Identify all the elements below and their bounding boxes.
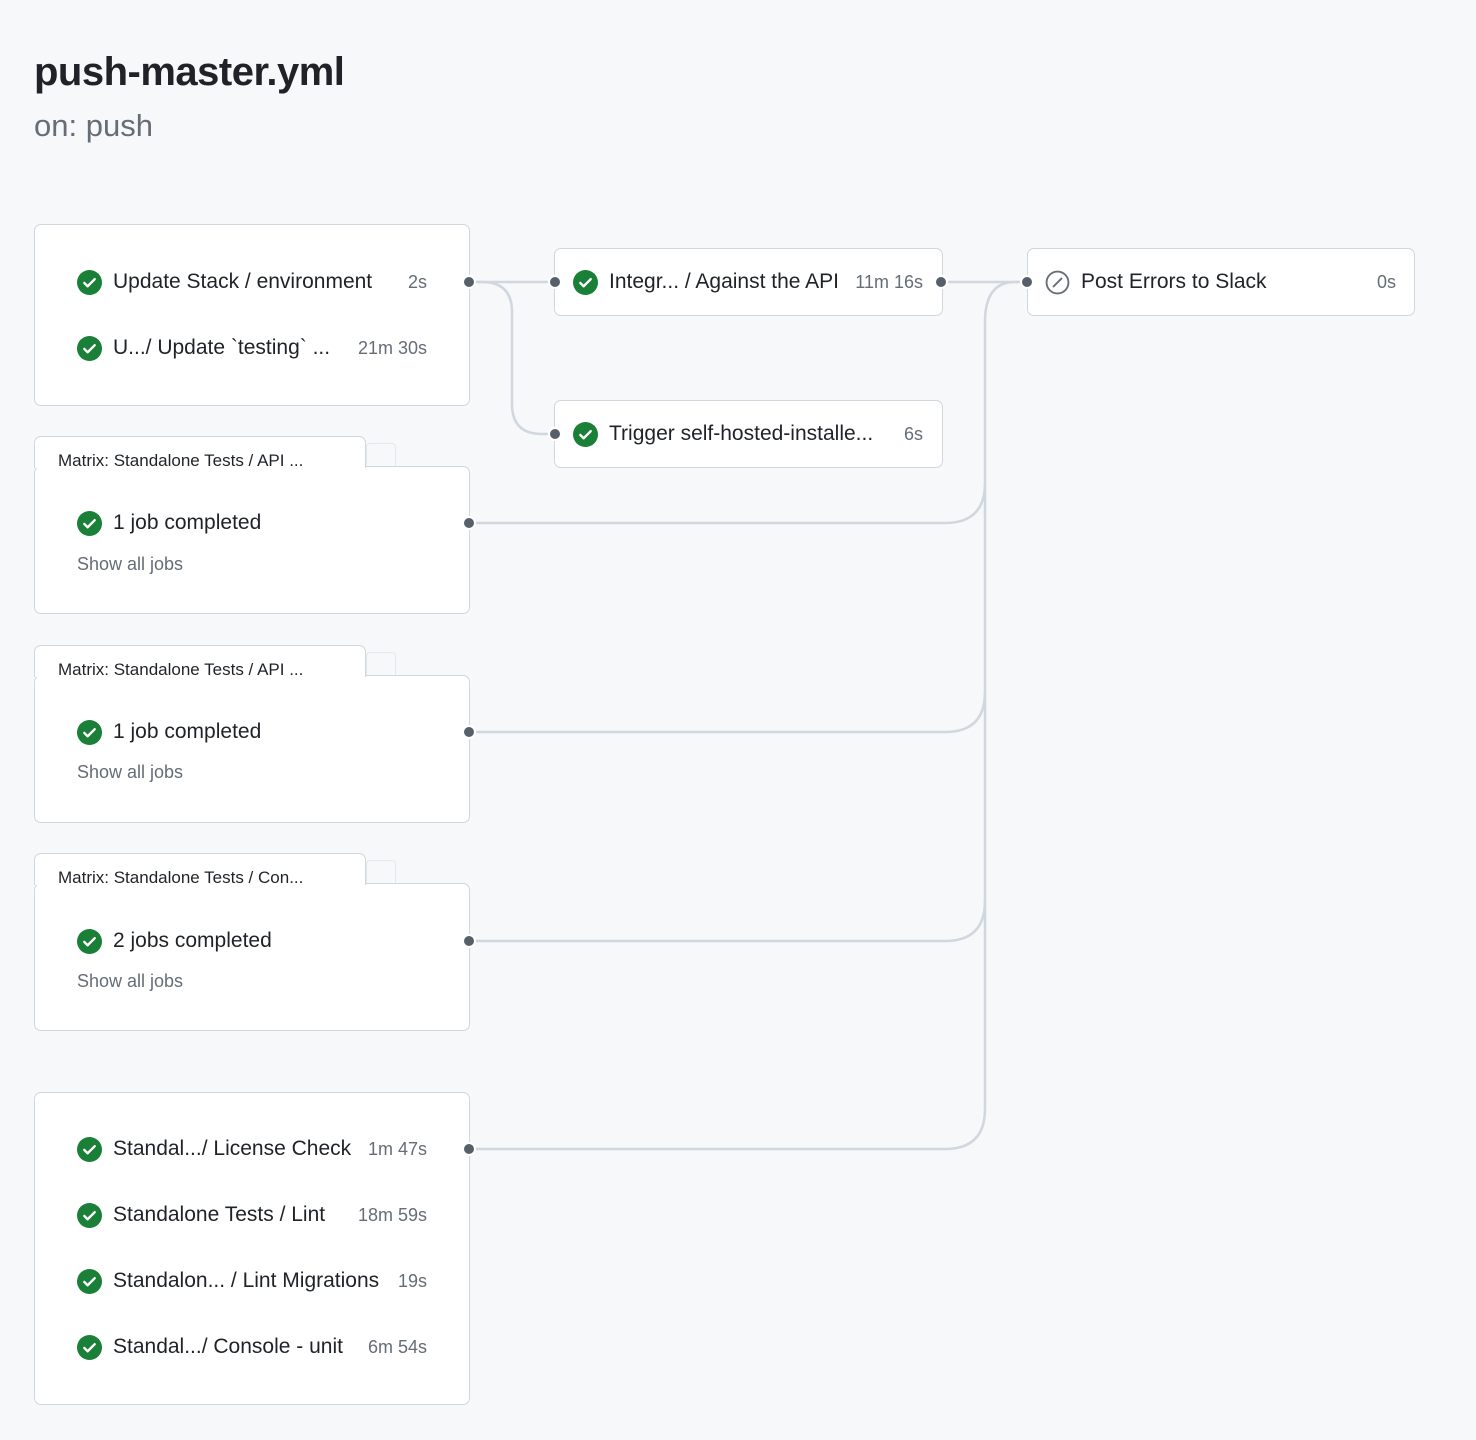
job-name: U.../ Update `testing` ... (113, 336, 331, 359)
job-name: Update Stack / environment (113, 270, 373, 293)
matrix-summary-text: 1 job completed (113, 511, 262, 534)
connector-dot (934, 275, 948, 289)
matrix-title-tab: Matrix: Standalone Tests / Con... (34, 853, 366, 887)
update-stack-card (34, 224, 470, 406)
job-lint-migrations[interactable]: Standalon... / Lint Migrations 19s (77, 1264, 427, 1298)
matrix-summary-text: 1 job completed (113, 720, 262, 743)
job-license-check[interactable]: Standal.../ License Check 1m 47s (77, 1132, 427, 1166)
job-name: Standal.../ Console - unit (113, 1335, 343, 1358)
job-trigger-self-hosted[interactable]: Trigger self-hosted-installe... 6s (573, 417, 923, 451)
show-all-jobs-link[interactable]: Show all jobs (77, 762, 183, 783)
connector-dot (462, 275, 476, 289)
job-name: Standalone Tests / Lint (113, 1203, 326, 1226)
connector-dot (462, 725, 476, 739)
check-circle-icon (77, 510, 102, 536)
connector-dot (548, 427, 562, 441)
check-circle-icon (77, 1268, 102, 1294)
matrix-title-tab: Matrix: Standalone Tests / API ... (34, 645, 366, 679)
matrix-tab-stack (366, 652, 396, 676)
connector-dot (462, 1142, 476, 1156)
show-all-jobs-link[interactable]: Show all jobs (77, 554, 183, 575)
show-all-jobs-link[interactable]: Show all jobs (77, 971, 183, 992)
matrix-summary[interactable]: 1 job completed (77, 715, 427, 749)
job-duration: 2s (407, 271, 427, 292)
matrix-title-tab: Matrix: Standalone Tests / API ... (34, 436, 366, 470)
edge-matrix2-to-slack (469, 691, 987, 734)
job-lint[interactable]: Standalone Tests / Lint 18m 59s (77, 1198, 427, 1232)
check-circle-icon (77, 719, 102, 745)
skipped-icon (1045, 270, 1070, 295)
edge-matrix3-to-slack (469, 900, 987, 943)
job-console-unit[interactable]: Standal.../ Console - unit 6m 54s (77, 1330, 427, 1364)
job-integration-against-api[interactable]: Integr... / Against the API 11m 16s (573, 265, 923, 299)
matrix-tab-stack (366, 860, 396, 884)
matrix-card (34, 466, 470, 614)
job-name: Integr... / Against the API (609, 270, 839, 293)
connector-dot (462, 934, 476, 948)
job-duration: 6m 54s (367, 1336, 427, 1357)
matrix-tab-stack (366, 443, 396, 467)
job-update-stack-environment[interactable]: Update Stack / environment 2s (77, 265, 427, 299)
connector-dot (548, 275, 562, 289)
edge-matrix1-to-slack (469, 482, 987, 525)
matrix-summary-text: 2 jobs completed (113, 929, 272, 952)
connector-dot (1020, 275, 1034, 289)
edge-stack-to-trigger (469, 280, 555, 436)
job-duration: 21m 30s (357, 337, 427, 358)
job-duration: 6s (903, 423, 923, 444)
check-circle-icon (77, 1334, 102, 1360)
job-duration: 18m 59s (357, 1204, 427, 1225)
matrix-summary[interactable]: 1 job completed (77, 506, 427, 540)
job-name: Standal.../ License Check (113, 1137, 352, 1160)
check-circle-icon (77, 269, 102, 295)
job-duration: 1m 47s (367, 1138, 427, 1159)
job-name: Post Errors to Slack (1081, 270, 1267, 293)
job-name: Standalon... / Lint Migrations (113, 1269, 380, 1292)
check-circle-icon (77, 1202, 102, 1228)
job-update-testing[interactable]: U.../ Update `testing` ... 21m 30s (77, 331, 427, 365)
check-circle-icon (573, 421, 598, 447)
connector-dot (462, 516, 476, 530)
job-post-errors-slack[interactable]: Post Errors to Slack 0s (1045, 265, 1396, 299)
job-duration: 19s (397, 1270, 427, 1291)
job-name: Trigger self-hosted-installe... (609, 422, 874, 445)
matrix-card (34, 675, 470, 823)
check-circle-icon (77, 335, 102, 361)
check-circle-icon (77, 1136, 102, 1162)
check-circle-icon (77, 928, 102, 954)
job-duration: 0s (1376, 271, 1396, 292)
job-duration: 11m 16s (855, 271, 923, 292)
matrix-summary[interactable]: 2 jobs completed (77, 924, 427, 958)
check-circle-icon (573, 269, 598, 295)
